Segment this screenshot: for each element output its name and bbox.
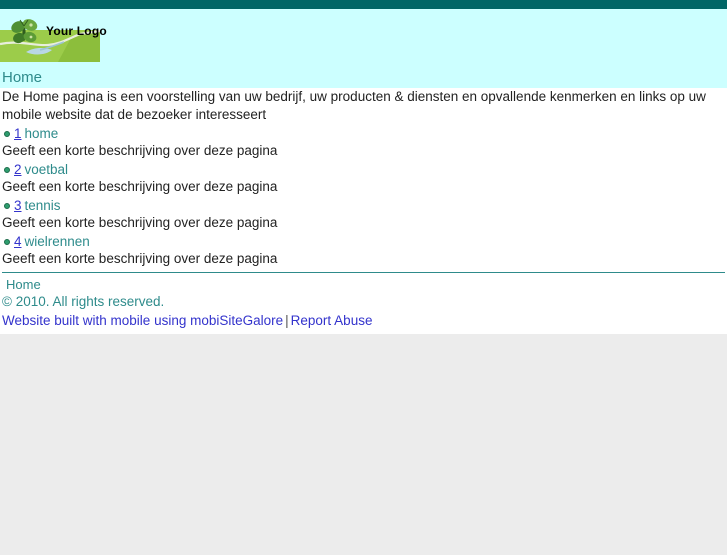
list-item-label-link[interactable]: wielrennen — [25, 234, 90, 249]
list-item-number-link[interactable]: 4 — [14, 234, 22, 249]
site-footer: Home © 2010. All rights reserved. Websit… — [0, 272, 727, 334]
bullet-icon — [4, 238, 10, 245]
site-header: Your Logo Home — [0, 9, 727, 88]
list-item-heading: 1 home — [2, 124, 725, 142]
footer-divider — [2, 272, 725, 273]
list-item-number-link[interactable]: 3 — [14, 198, 22, 213]
bullet-icon — [4, 166, 10, 173]
list-item-heading: 2 voetbal — [2, 160, 725, 178]
list-item-heading: 3 tennis — [2, 196, 725, 214]
bullet-icon — [4, 130, 10, 137]
footer-credit: Website built with mobile using mobiSite… — [2, 311, 725, 334]
list-item-heading: 4 wielrennen — [2, 232, 725, 250]
footer-separator: | — [285, 313, 289, 328]
footer-copyright: © 2010. All rights reserved. — [2, 294, 165, 309]
list-item-description: Geeft een korte beschrijving over deze p… — [2, 143, 278, 158]
list-item: 2 voetbal Geeft een korte beschrijving ov… — [2, 160, 725, 196]
link-list: 1 home Geeft een korte beschrijving over … — [2, 124, 725, 268]
list-item: 4 wielrennen Geeft een korte beschrijving… — [2, 232, 725, 268]
page-root: Your Logo Home De Home pagina is een voo… — [0, 0, 727, 334]
list-item-description: Geeft een korte beschrijving over deze p… — [2, 179, 278, 194]
list-item-number-link[interactable]: 2 — [14, 162, 22, 177]
intro-paragraph: De Home pagina is een voorstelling van u… — [2, 89, 706, 122]
list-item: 3 tennis Geeft een korte beschrijving ove… — [2, 196, 725, 232]
bullet-icon — [4, 202, 10, 209]
list-item-description: Geeft een korte beschrijving over deze p… — [2, 215, 278, 230]
report-abuse-link[interactable]: Report Abuse — [291, 313, 373, 328]
top-accent-bar — [0, 0, 727, 9]
logo-text: Your Logo — [46, 24, 107, 38]
mobisitegalore-link[interactable]: Website built with mobile using mobiSite… — [2, 313, 283, 328]
below-page-area — [0, 334, 727, 555]
list-item-label-link[interactable]: home — [25, 126, 59, 141]
main-content: De Home pagina is een voorstelling van u… — [0, 88, 727, 268]
footer-home-link[interactable]: Home — [2, 276, 725, 293]
site-logo[interactable]: Your Logo — [0, 12, 107, 62]
page-title: Home — [2, 69, 43, 86]
list-item: 1 home Geeft een korte beschrijving over … — [2, 124, 725, 160]
list-item-label-link[interactable]: voetbal — [25, 162, 69, 177]
list-item-number-link[interactable]: 1 — [14, 126, 22, 141]
list-item-label-link[interactable]: tennis — [25, 198, 61, 213]
list-item-description: Geeft een korte beschrijving over deze p… — [2, 251, 278, 266]
